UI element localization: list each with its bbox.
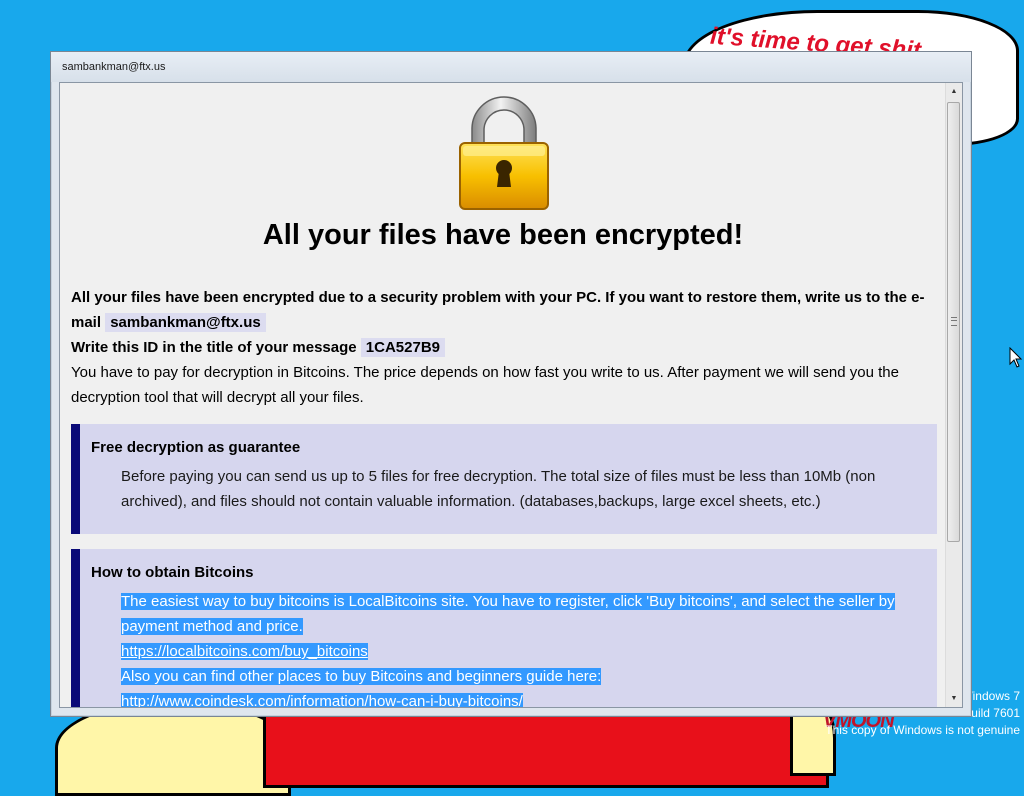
free-decryption-panel: Free decryption as guarantee Before payi… xyxy=(71,424,937,534)
bitcoins-line-2: payment method and price. xyxy=(121,618,303,635)
scroll-up-icon[interactable]: ▲ xyxy=(946,83,962,100)
mouse-cursor-icon xyxy=(1009,347,1023,368)
padlock-icon xyxy=(454,95,554,213)
window-titlebar[interactable]: sambankman@ftx.us xyxy=(51,52,971,82)
watermark-line-3: This copy of Windows is not genuine xyxy=(825,723,1020,737)
free-decryption-body: Before paying you can send us up to 5 fi… xyxy=(121,468,876,510)
localbitcoins-link[interactable]: https://localbitcoins.com/buy_bitcoins xyxy=(121,643,368,660)
payment-text: You have to pay for decryption in Bitcoi… xyxy=(71,364,899,406)
bitcoins-line-3: Also you can find other places to buy Bi… xyxy=(121,668,602,685)
obtain-bitcoins-panel: How to obtain Bitcoins The easiest way t… xyxy=(71,549,937,707)
note-headline: All your files have been encrypted! xyxy=(262,219,744,251)
vertical-scrollbar[interactable]: ▲ ▼ xyxy=(945,83,962,707)
bitcoins-line-1: The easiest way to buy bitcoins is Local… xyxy=(121,593,895,610)
obtain-bitcoins-body: The easiest way to buy bitcoins is Local… xyxy=(121,589,901,707)
contact-email-chip: sambankman@ftx.us xyxy=(105,313,266,332)
note-content-frame: All your files have been encrypted! All … xyxy=(59,82,963,708)
thumb-grip-icon xyxy=(951,317,957,326)
free-decryption-title: Free decryption as guarantee xyxy=(91,439,301,456)
ransom-note-window: sambankman@ftx.us All your files have be… xyxy=(50,51,972,717)
desktop-figure-body xyxy=(263,712,829,788)
coindesk-link[interactable]: http://www.coindesk.com/information/how-… xyxy=(121,693,523,707)
intro-paragraph: All your files have been encrypted due t… xyxy=(71,285,941,410)
scroll-down-icon[interactable]: ▼ xyxy=(946,690,962,707)
note-scroll-area[interactable]: All your files have been encrypted! All … xyxy=(60,83,946,707)
window-title: sambankman@ftx.us xyxy=(62,61,166,73)
id-label: Write this ID in the title of your messa… xyxy=(71,339,357,356)
obtain-bitcoins-title: How to obtain Bitcoins xyxy=(91,564,254,581)
victim-id-chip: 1CA527B9 xyxy=(360,338,445,357)
scroll-thumb[interactable] xyxy=(947,102,960,542)
